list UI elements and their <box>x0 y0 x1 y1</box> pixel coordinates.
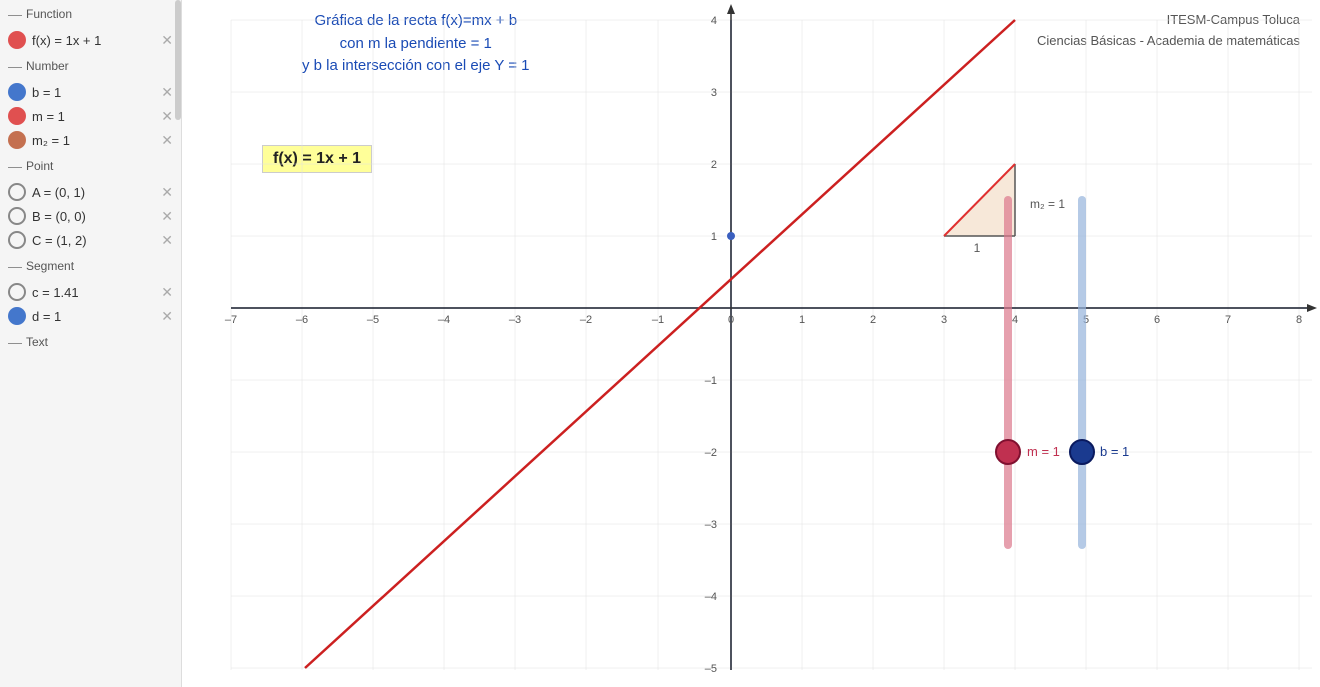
svg-text:–3: –3 <box>509 314 521 326</box>
svg-text:1: 1 <box>799 314 805 326</box>
close-icon[interactable]: ✕ <box>161 309 173 323</box>
svg-text:–4: –4 <box>705 591 717 603</box>
circle-icon-pinkbrown <box>8 131 26 149</box>
circle-icon-blue <box>8 307 26 325</box>
graph-area[interactable]: Gráfica de la recta f(x)=mx + b con m la… <box>182 0 1320 687</box>
svg-text:–5: –5 <box>367 314 379 326</box>
list-item: B = (0, 0) ✕ <box>0 204 181 228</box>
segment-c-label: c = 1.41 <box>32 285 155 300</box>
svg-text:–7: –7 <box>225 314 237 326</box>
section-label-segment: Segment <box>26 259 74 273</box>
function-label: f(x) = 1x + 1 <box>32 33 155 48</box>
close-icon[interactable]: ✕ <box>161 33 173 47</box>
list-item: c = 1.41 ✕ <box>0 280 181 304</box>
svg-text:–5: –5 <box>705 663 717 675</box>
section-label-text: Text <box>26 335 48 349</box>
svg-text:–4: –4 <box>438 314 450 326</box>
list-item: C = (1, 2) ✕ <box>0 228 181 252</box>
section-text: — Text <box>0 328 181 356</box>
close-icon[interactable]: ✕ <box>161 209 173 223</box>
close-icon[interactable]: ✕ <box>161 109 173 123</box>
svg-text:2: 2 <box>711 159 717 171</box>
list-item: m = 1 ✕ <box>0 104 181 128</box>
point-a-label: A = (0, 1) <box>32 185 155 200</box>
section-dash: — <box>8 58 22 74</box>
circle-icon-red <box>8 31 26 49</box>
slope-label: m₂ = 1 <box>1030 197 1065 211</box>
m-slider-dot <box>996 440 1020 464</box>
run-label: 1 <box>974 241 981 255</box>
svg-text:1: 1 <box>711 231 717 243</box>
list-item: f(x) = 1x + 1 ✕ <box>0 28 181 52</box>
section-number: — Number <box>0 52 181 80</box>
svg-text:3: 3 <box>711 87 717 99</box>
section-function: — Function <box>0 0 181 28</box>
segment-d-label: d = 1 <box>32 309 155 324</box>
list-item: m₂ = 1 ✕ <box>0 128 181 152</box>
close-icon[interactable]: ✕ <box>161 285 173 299</box>
svg-text:–6: –6 <box>296 314 308 326</box>
section-dash: — <box>8 6 22 22</box>
sidebar: — Function f(x) = 1x + 1 ✕ — Number b = … <box>0 0 182 687</box>
svg-text:3: 3 <box>941 314 947 326</box>
svg-text:–2: –2 <box>580 314 592 326</box>
svg-text:8: 8 <box>1296 314 1302 326</box>
b-slider-label: b = 1 <box>1100 444 1129 459</box>
section-dash: — <box>8 258 22 274</box>
svg-text:–1: –1 <box>652 314 664 326</box>
svg-text:–2: –2 <box>705 447 717 459</box>
svg-text:7: 7 <box>1225 314 1231 326</box>
circle-icon-outline <box>8 183 26 201</box>
close-icon[interactable]: ✕ <box>161 233 173 247</box>
svg-text:4: 4 <box>711 15 717 27</box>
m2-label: m₂ = 1 <box>32 133 155 148</box>
point-b-label: B = (0, 0) <box>32 209 155 224</box>
close-icon[interactable]: ✕ <box>161 85 173 99</box>
section-dash: — <box>8 158 22 174</box>
close-icon[interactable]: ✕ <box>161 185 173 199</box>
list-item: b = 1 ✕ <box>0 80 181 104</box>
svg-text:6: 6 <box>1154 314 1160 326</box>
svg-text:–1: –1 <box>705 375 717 387</box>
m-label: m = 1 <box>32 109 155 124</box>
y-intercept-point <box>727 232 735 240</box>
section-segment: — Segment <box>0 252 181 280</box>
function-line <box>305 20 1015 668</box>
section-label-number: Number <box>26 59 69 73</box>
circle-icon-blue <box>8 83 26 101</box>
svg-text:0: 0 <box>728 314 734 326</box>
svg-text:4: 4 <box>1012 314 1018 326</box>
circle-icon-outline <box>8 283 26 301</box>
graph-svg[interactable]: –7 –6 –5 –4 –3 –2 –1 0 1 2 3 4 5 6 7 8 4… <box>182 0 1320 687</box>
m-slider-label: m = 1 <box>1027 444 1060 459</box>
svg-text:–3: –3 <box>705 519 717 531</box>
close-icon[interactable]: ✕ <box>161 133 173 147</box>
point-c-label: C = (1, 2) <box>32 233 155 248</box>
section-label-point: Point <box>26 159 53 173</box>
section-dash: — <box>8 334 22 350</box>
circle-icon-outline <box>8 231 26 249</box>
section-point: — Point <box>0 152 181 180</box>
circle-icon-outline <box>8 207 26 225</box>
section-label-function: Function <box>26 7 72 21</box>
b-label: b = 1 <box>32 85 155 100</box>
list-item: A = (0, 1) ✕ <box>0 180 181 204</box>
circle-icon-red <box>8 107 26 125</box>
svg-text:2: 2 <box>870 314 876 326</box>
b-slider-dot <box>1070 440 1094 464</box>
list-item: d = 1 ✕ <box>0 304 181 328</box>
